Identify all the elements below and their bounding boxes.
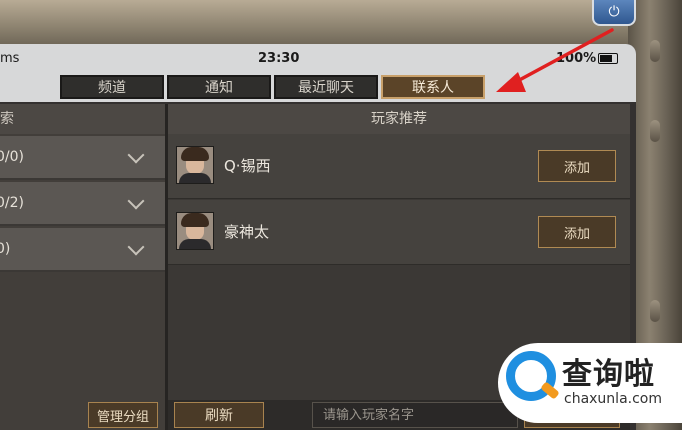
magnifier-q-icon: [506, 351, 556, 401]
tab-contacts[interactable]: 联系人: [381, 75, 485, 99]
contact-groups-panel: 索 0/0) 0/2) 0) 管理分组: [0, 104, 165, 430]
status-bar: ms 23:30 100%: [0, 44, 636, 72]
tab-notifications[interactable]: 通知: [167, 75, 271, 99]
status-time: 23:30: [258, 51, 300, 66]
chevron-down-icon: [127, 238, 145, 256]
avatar-body: [179, 239, 211, 249]
power-icon: ⏻: [608, 4, 620, 20]
avatar-body: [179, 173, 211, 183]
avatar-hair: [181, 147, 209, 161]
carrier-text: ms: [0, 51, 20, 66]
group-count: 0): [0, 241, 11, 257]
group-count: 0/2): [0, 195, 24, 211]
avatar[interactable]: [176, 146, 214, 184]
contact-group-row[interactable]: 0/2): [0, 182, 165, 226]
battery-percent: 100%: [556, 51, 597, 66]
player-name: Q·锡西: [224, 157, 271, 175]
frame-rivet: [650, 40, 660, 62]
avatar-hair: [181, 213, 209, 227]
watermark-cn: 查询啦: [562, 357, 655, 392]
power-button[interactable]: ⏻: [592, 0, 636, 26]
tab-strip: 频道 通知 最近聊天 联系人: [0, 72, 636, 102]
refresh-button[interactable]: 刷新: [174, 402, 264, 428]
left-panel-header: 索: [0, 104, 165, 134]
contact-group-row[interactable]: 0): [0, 228, 165, 272]
contact-group-row[interactable]: 0/0): [0, 136, 165, 180]
right-panel-header: 玩家推荐: [168, 104, 630, 134]
watermark-logo: 查询啦 chaxunla.com: [498, 343, 682, 423]
device-frame-top: [0, 0, 682, 46]
manage-groups-button[interactable]: 管理分组: [88, 402, 158, 428]
add-friend-button[interactable]: 添加: [538, 150, 616, 182]
tab-channel[interactable]: 频道: [60, 75, 164, 99]
player-row: Q·锡西 添加: [168, 134, 630, 199]
player-row: 豪神太 添加: [168, 200, 630, 265]
watermark-en: chaxunla.com: [564, 391, 662, 407]
player-name: 豪神太: [224, 223, 270, 241]
chevron-down-icon: [127, 146, 145, 164]
group-count: 0/0): [0, 149, 24, 165]
battery-icon: [598, 53, 618, 64]
add-friend-button[interactable]: 添加: [538, 216, 616, 248]
player-name-input[interactable]: [312, 402, 518, 428]
avatar[interactable]: [176, 212, 214, 250]
chevron-down-icon: [127, 192, 145, 210]
frame-rivet: [650, 300, 660, 322]
frame-rivet: [650, 120, 660, 142]
tab-recent-chats[interactable]: 最近聊天: [274, 75, 378, 99]
